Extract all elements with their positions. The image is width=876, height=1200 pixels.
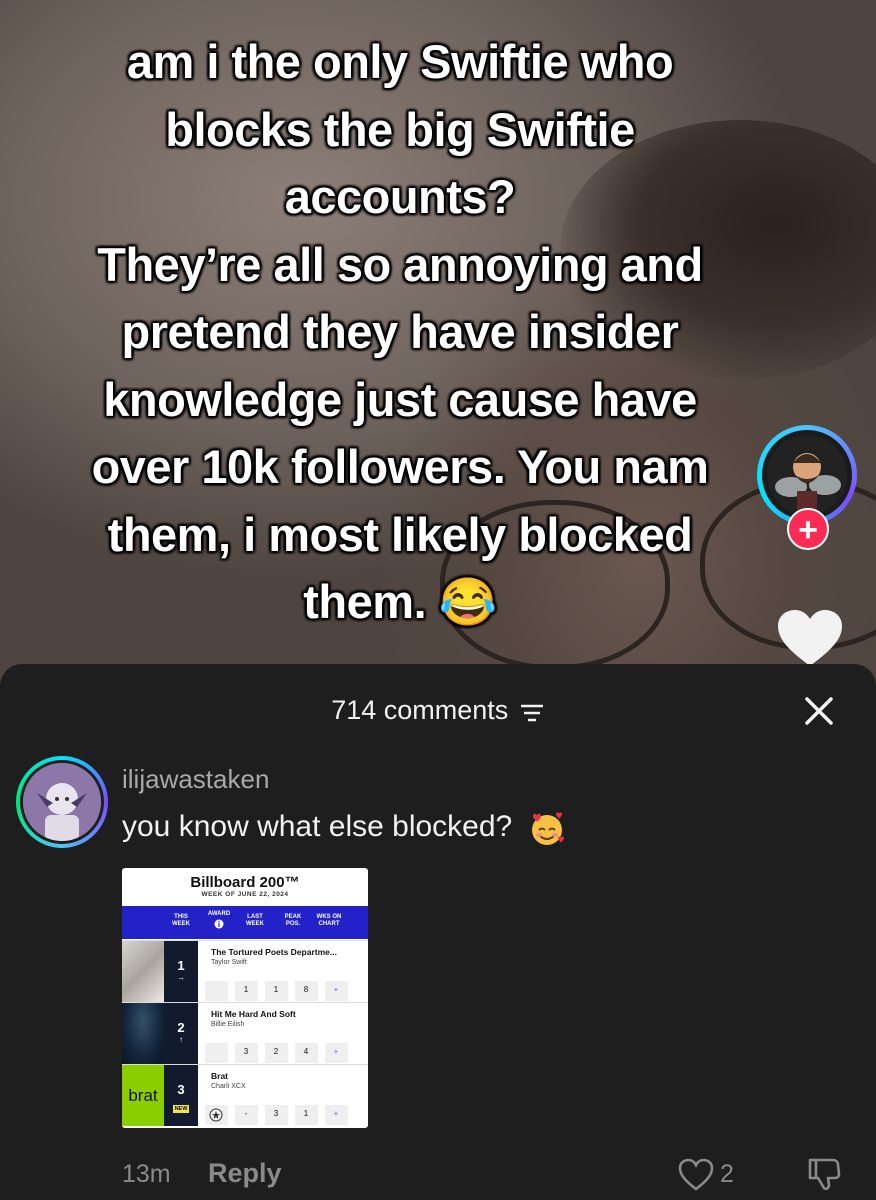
column-peak: PEAK POS. bbox=[284, 914, 302, 927]
rank-movement: ↑ bbox=[179, 1035, 183, 1044]
commenter-avatar[interactable] bbox=[16, 756, 108, 848]
caption-line: over 10k followers. You nam bbox=[91, 440, 709, 493]
rank-number: 3 bbox=[177, 1082, 185, 1097]
expand-plus-icon: + bbox=[333, 1047, 339, 1056]
billboard-column-header: THIS WEEK AWARD LAST WEEK PEAK POS. WKS … bbox=[122, 906, 368, 939]
last-week-value: - bbox=[244, 1109, 248, 1118]
comment-actions: 13m Reply 2 bbox=[122, 1156, 862, 1192]
caption-line: am i the only Swiftie who bbox=[126, 35, 674, 88]
column-weeks-on-chart: WKS ON CHART bbox=[316, 914, 342, 927]
sort-icon[interactable] bbox=[519, 702, 545, 724]
award-star-icon bbox=[209, 1108, 223, 1122]
song-title: Hit Me Hard And Soft bbox=[211, 1009, 296, 1019]
video-player[interactable]: am i the only Swiftie who blocks the big… bbox=[0, 0, 876, 700]
comment-timestamp: 13m bbox=[122, 1160, 171, 1188]
video-caption-overlay: am i the only Swiftie who blocks the big… bbox=[50, 28, 750, 636]
song-artist: Billie Eilish bbox=[211, 1021, 245, 1028]
row-stats: 1 1 8 + bbox=[204, 981, 368, 1001]
follow-button[interactable]: + bbox=[787, 508, 829, 550]
close-icon[interactable] bbox=[803, 695, 835, 727]
billboard-row: 1 → The Tortured Poets Departme... Taylo… bbox=[122, 940, 368, 1002]
album-cover-ttpd bbox=[122, 941, 164, 1002]
caption-line: They’re all so annoying and bbox=[97, 237, 703, 291]
album-cover-hmhas bbox=[122, 1003, 164, 1064]
album-cover-brat: brat bbox=[122, 1065, 164, 1126]
weeks-value: 4 bbox=[303, 1047, 309, 1056]
heart-icon[interactable] bbox=[776, 608, 844, 668]
rank-movement-new-badge: NEW bbox=[172, 1105, 190, 1113]
comment-image-billboard[interactable]: Billboard 200™ WEEK OF JUNE 22, 2024 THI… bbox=[122, 868, 368, 1128]
billboard-week: WEEK OF JUNE 22, 2024 bbox=[201, 891, 289, 898]
song-title: Brat bbox=[211, 1071, 229, 1081]
comment-count: 714 comments bbox=[331, 695, 509, 725]
row-stats: - 3 1 + bbox=[204, 1105, 368, 1125]
commenter-username[interactable]: ilijawastaken bbox=[122, 764, 269, 795]
last-week-value: 1 bbox=[243, 985, 249, 994]
rank-cell: 3 NEW bbox=[164, 1065, 198, 1126]
song-title: The Tortured Poets Departme... bbox=[211, 947, 337, 957]
expand-plus-icon: + bbox=[333, 985, 339, 994]
peak-value: 1 bbox=[273, 985, 279, 994]
rank-cell: 2 ↑ bbox=[164, 1003, 198, 1064]
last-week-value: 3 bbox=[243, 1047, 249, 1056]
comment-text: you know what else blocked? bbox=[122, 808, 567, 848]
caption-line: accounts? bbox=[284, 170, 516, 223]
caption-line: them, i most likely blocked bbox=[107, 507, 693, 561]
reply-button[interactable]: Reply bbox=[208, 1158, 282, 1189]
caption-line: pretend they have insider bbox=[121, 305, 679, 358]
comment-text-body: you know what else blocked? bbox=[122, 809, 513, 843]
caption-line: blocks the big Swiftie bbox=[165, 102, 635, 156]
smiling-face-with-hearts-icon bbox=[531, 812, 564, 845]
peak-value: 2 bbox=[273, 1047, 279, 1056]
column-last-week: LAST WEEK bbox=[246, 914, 264, 927]
rank-cell: 1 → bbox=[164, 941, 198, 1002]
weeks-value: 1 bbox=[303, 1109, 309, 1118]
billboard-row: 2 ↑ Hit Me Hard And Soft Billie Eilish 3… bbox=[122, 1002, 368, 1064]
caption-line: them. 😂 bbox=[303, 575, 497, 628]
caption-line: knowledge just cause have bbox=[103, 372, 697, 426]
dislike-icon[interactable] bbox=[806, 1156, 842, 1192]
billboard-title: Billboard 200™ bbox=[190, 874, 300, 891]
rank-number: 1 bbox=[177, 958, 185, 973]
peak-value: 3 bbox=[273, 1109, 279, 1118]
comment-item: ilijawastaken you know what else blocked… bbox=[16, 756, 866, 1196]
rank-number: 2 bbox=[177, 1020, 185, 1035]
comment-like-heart-icon[interactable] bbox=[678, 1158, 714, 1192]
column-this-week: THIS WEEK bbox=[172, 914, 190, 927]
comment-like-count: 2 bbox=[720, 1160, 734, 1188]
billboard-row: brat 3 NEW Brat Charli XCX - 3 1 + bbox=[122, 1064, 368, 1126]
column-award: AWARD bbox=[207, 911, 231, 917]
expand-plus-icon: + bbox=[333, 1109, 339, 1118]
creator-avatar-image bbox=[767, 435, 847, 515]
rank-movement: → bbox=[177, 973, 185, 982]
comments-panel: 714 comments ilijawastaken you know what… bbox=[0, 664, 876, 1200]
row-stats: 3 2 4 + bbox=[204, 1043, 368, 1063]
weeks-value: 8 bbox=[303, 985, 309, 994]
song-artist: Taylor Swift bbox=[211, 959, 247, 966]
song-artist: Charli XCX bbox=[211, 1083, 246, 1090]
commenter-avatar-image bbox=[23, 763, 101, 841]
comments-header: 714 comments bbox=[0, 692, 876, 732]
info-icon bbox=[214, 919, 224, 929]
